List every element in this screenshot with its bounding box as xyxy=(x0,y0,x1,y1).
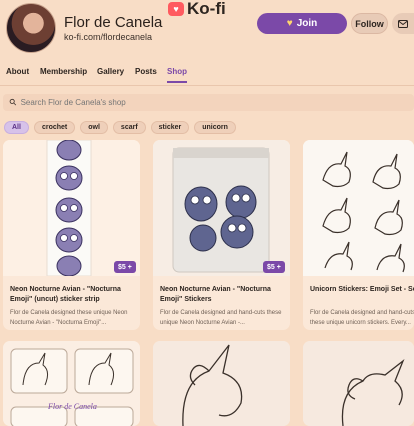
chip-all[interactable]: All xyxy=(4,121,29,134)
creator-name: Flor de Canela xyxy=(64,14,163,31)
creator-header: Flor de Canela ko-fi.com/flordecanela ♥ … xyxy=(0,0,414,62)
price-badge: $5 + xyxy=(114,261,136,273)
product-title[interactable]: Neon Nocturne Avian - "Nocturna Emoji" S… xyxy=(160,285,286,305)
chip-sticker[interactable]: sticker xyxy=(150,121,190,134)
price-badge: $5 + xyxy=(263,261,285,273)
tab-posts[interactable]: Posts xyxy=(135,67,157,76)
product-image[interactable] xyxy=(303,140,414,276)
chip-unicorn[interactable]: unicorn xyxy=(194,121,236,134)
kofi-logo-text: Ko-fi xyxy=(187,0,226,18)
unicorn-sticker-image xyxy=(303,341,414,426)
tab-about[interactable]: About xyxy=(6,67,29,76)
tab-gallery[interactable]: Gallery xyxy=(97,67,124,76)
product-card[interactable]: Unicorn Stickers: Emoji Set - Series 1 F… xyxy=(303,140,414,330)
product-image[interactable] xyxy=(153,140,290,276)
product-image[interactable] xyxy=(3,140,140,276)
chip-owl[interactable]: owl xyxy=(80,121,108,134)
heart-icon: ♥ xyxy=(286,18,293,29)
unicorn-sticker-image xyxy=(303,140,414,276)
product-card[interactable]: $5 + Neon Nocturne Avian - "Nocturna Emo… xyxy=(153,140,290,330)
avatar[interactable] xyxy=(6,3,56,53)
tab-shop[interactable]: Shop xyxy=(167,67,187,83)
kofi-logo[interactable]: ♥ Ko-fi xyxy=(168,0,226,18)
unicorn-sticker-sheet-image xyxy=(3,341,140,426)
owl-sticker-strip-image xyxy=(3,140,140,276)
join-label: Join xyxy=(296,18,318,29)
product-description: Flor de Canela designed these unique Neo… xyxy=(10,310,128,326)
search-icon: ⚲ xyxy=(7,96,19,109)
kofi-cup-icon: ♥ xyxy=(168,2,184,16)
owl-sticker-bag-image xyxy=(153,140,290,276)
signature-logo: Flor de Canela xyxy=(48,402,97,411)
tag-filters: All crochet owl scarf sticker unicorn xyxy=(4,121,236,134)
product-card[interactable] xyxy=(153,341,290,426)
message-button[interactable] xyxy=(392,13,414,34)
product-description: Flor de Canela designed and hand-cuts th… xyxy=(160,310,282,326)
follow-button[interactable]: Follow xyxy=(351,13,388,34)
profile-tabs: About Membership Gallery Posts Shop xyxy=(0,64,414,86)
product-card[interactable]: $5 + Neon Nocturne Avian - "Nocturna Emo… xyxy=(3,140,140,330)
shop-search[interactable]: ⚲ xyxy=(3,94,414,111)
product-description: Flor de Canela designed and hand-cuts th… xyxy=(310,310,414,326)
search-input[interactable] xyxy=(20,98,321,107)
product-title[interactable]: Neon Nocturne Avian - "Nocturna Emoji" (… xyxy=(10,285,136,305)
chip-scarf[interactable]: scarf xyxy=(112,121,146,134)
tab-membership[interactable]: Membership xyxy=(40,67,87,76)
unicorn-sticker-image xyxy=(153,341,290,426)
creator-url[interactable]: ko-fi.com/flordecanela xyxy=(64,32,152,42)
product-card[interactable]: Flor de Canela xyxy=(3,341,140,426)
product-card[interactable] xyxy=(303,341,414,426)
mail-icon xyxy=(398,19,408,28)
join-button[interactable]: ♥ Join xyxy=(257,13,347,34)
product-title[interactable]: Unicorn Stickers: Emoji Set - Series 1 xyxy=(310,285,414,295)
chip-crochet[interactable]: crochet xyxy=(33,121,76,134)
